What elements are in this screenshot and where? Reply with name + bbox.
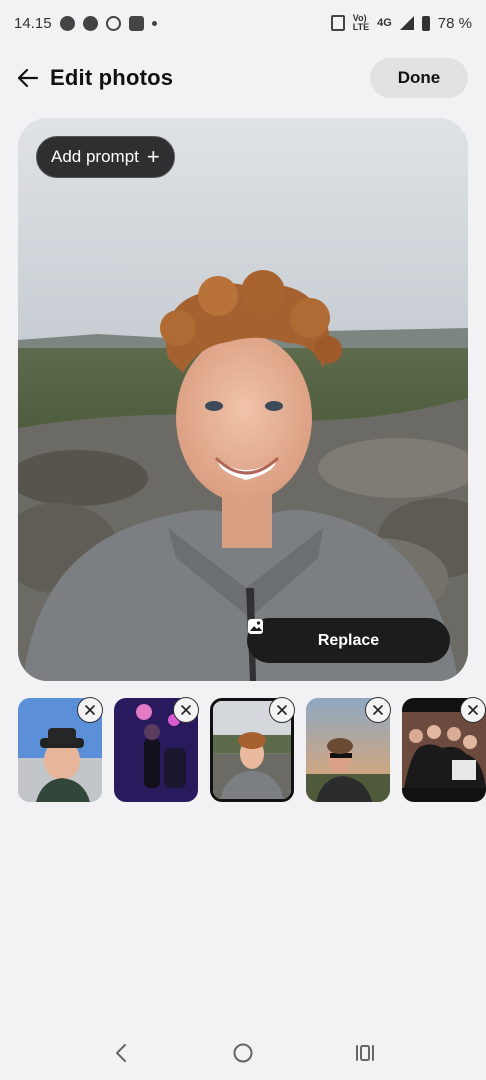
messenger-icon: [82, 15, 98, 31]
add-prompt-label: Add prompt: [51, 147, 139, 166]
main-photo: Add prompt + Replace: [18, 118, 468, 681]
close-icon: [181, 705, 191, 715]
nav-home-button[interactable]: [223, 1033, 263, 1073]
battery-percent: 78 %: [437, 14, 472, 32]
nav-back-button[interactable]: [101, 1033, 141, 1073]
system-nav-bar: [0, 1030, 486, 1076]
back-button[interactable]: [14, 64, 42, 92]
status-time: 14.15: [14, 14, 52, 32]
done-button[interactable]: Done: [370, 58, 468, 98]
remove-thumbnail-4-button[interactable]: [365, 697, 391, 723]
status-right: Vo) LTE 4G 78 %: [330, 14, 472, 32]
notification-ring-icon: [105, 15, 121, 31]
remove-thumbnail-5-button[interactable]: [460, 697, 486, 723]
home-circle-icon: [233, 1043, 253, 1063]
plus-icon: +: [146, 144, 160, 169]
close-icon: [85, 705, 95, 715]
status-left: 14.15: [14, 15, 157, 32]
header: Edit photos Done: [0, 56, 486, 100]
volte-indicator: Vo) LTE: [353, 14, 369, 32]
remove-thumbnail-3-button[interactable]: [269, 697, 295, 723]
remove-thumbnail-1-button[interactable]: [77, 697, 103, 723]
thumbnail-strip: [18, 697, 486, 804]
status-bar: 14.15 Vo) LTE 4G 78 %: [0, 0, 486, 46]
network-type: 4G: [377, 16, 392, 29]
arrow-left-icon: [17, 68, 39, 88]
chat-bubble-icon: [59, 15, 75, 31]
lte-label: LTE: [352, 22, 370, 32]
replace-button[interactable]: Replace: [247, 618, 450, 663]
close-icon: [468, 705, 478, 715]
nfc-icon: [330, 15, 345, 31]
page-title: Edit photos: [50, 65, 174, 90]
nav-recents-button[interactable]: [345, 1033, 385, 1073]
replace-label: Replace: [317, 631, 380, 649]
image-icon: [248, 619, 263, 634]
battery-icon: [421, 15, 430, 31]
remove-thumbnail-2-button[interactable]: [173, 697, 199, 723]
add-prompt-button[interactable]: Add prompt +: [36, 136, 175, 178]
more-notifications-icon: [151, 20, 157, 26]
card-icon: [128, 15, 144, 31]
main-photo-image: [18, 118, 468, 681]
signal-icon: [399, 16, 414, 30]
recents-icon: [356, 1045, 374, 1061]
close-icon: [277, 705, 287, 715]
chevron-left-icon: [116, 1044, 126, 1062]
close-icon: [373, 705, 383, 715]
